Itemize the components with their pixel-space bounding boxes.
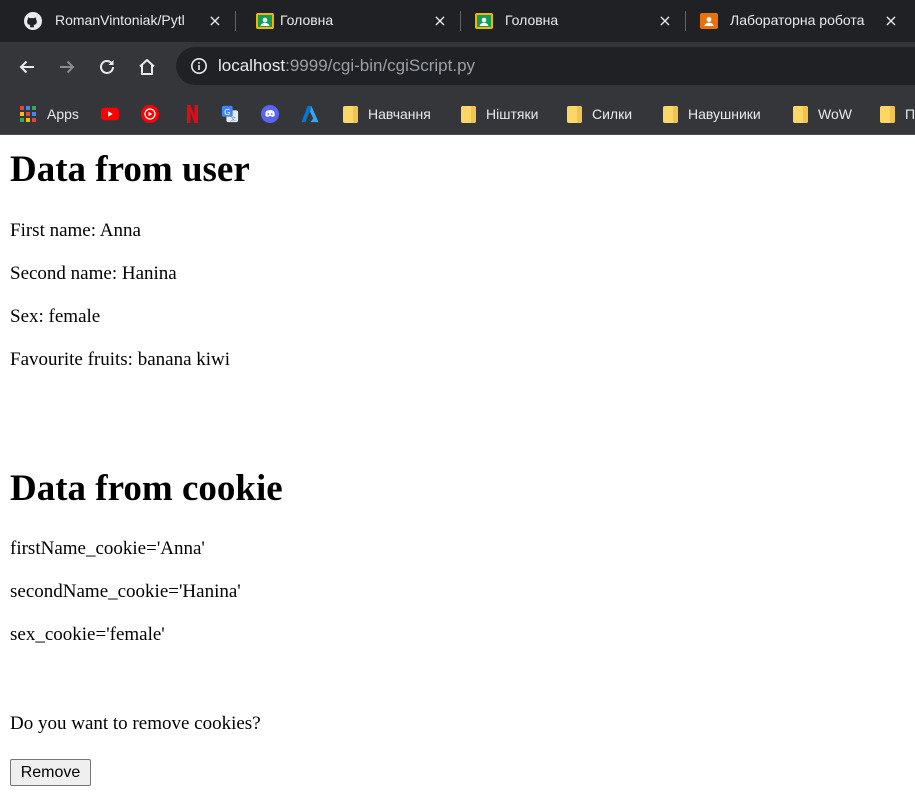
close-icon[interactable]: × [882, 12, 900, 30]
bookmark-folder-nishtiaky[interactable]: Ніштяки [461, 104, 538, 124]
apps-grid-icon [19, 105, 37, 123]
bookmark-folder-navushnyky[interactable]: Навушники [663, 104, 761, 124]
url-host: localhost [218, 56, 286, 75]
cookie-sex-text: sex_cookie='female' [10, 624, 165, 645]
bookmark-label: Навушники [688, 106, 761, 122]
google-classroom-orange-icon [700, 12, 718, 30]
netflix-icon [183, 105, 201, 123]
google-translate-icon: G文 [221, 105, 239, 123]
bookmark-discord[interactable] [261, 104, 279, 124]
reload-icon[interactable] [97, 57, 117, 77]
cookie-first-name-text: firstName_cookie='Anna' [10, 538, 205, 559]
bookmark-azure[interactable] [301, 104, 319, 124]
close-icon[interactable]: × [656, 12, 674, 30]
bookmark-folder-wow[interactable]: WoW [793, 104, 852, 124]
close-icon[interactable]: × [206, 12, 224, 30]
browser-toolbar: localhost:9999/cgi-bin/cgiScript.py [0, 42, 915, 92]
second-name-text: Second name: Hanina [10, 263, 177, 284]
bookmark-apps[interactable]: Apps [19, 104, 79, 124]
favourite-fruits-text: Favourite fruits: banana kiwi [10, 349, 231, 370]
bookmark-google-translate[interactable]: G文 [221, 104, 239, 124]
home-icon[interactable] [137, 57, 157, 77]
bookmark-youtube-music[interactable] [141, 104, 159, 124]
cookie-second-name-text: secondName_cookie='Hanina' [10, 581, 241, 602]
bookmark-folder-navchannia[interactable]: Навчання [343, 104, 431, 124]
google-classroom-icon [256, 12, 274, 30]
bookmark-label: Apps [47, 106, 79, 122]
svg-text:G: G [224, 107, 230, 117]
back-arrow-icon[interactable] [17, 57, 37, 77]
forward-arrow-icon[interactable] [57, 57, 77, 77]
url-path: :9999/cgi-bin/cgiScript.py [285, 56, 476, 75]
page-content: Data from user First name: Anna Second n… [0, 136, 915, 800]
bookmark-folder-sylky[interactable]: Силки [567, 104, 632, 124]
folder-icon [880, 105, 895, 123]
remove-cookies-button[interactable]: Remove [10, 759, 91, 786]
bookmarks-bar: Apps G文 Навчання Ніштяки Силки Навушники… [0, 92, 915, 135]
bookmark-folder-p[interactable]: П [880, 104, 915, 124]
bookmark-netflix[interactable] [183, 104, 201, 124]
youtube-music-icon [141, 105, 159, 123]
folder-icon [461, 105, 476, 123]
google-classroom-icon [475, 12, 493, 30]
info-icon[interactable] [190, 57, 208, 75]
bookmark-youtube[interactable] [101, 104, 119, 124]
svg-text:文: 文 [230, 114, 236, 122]
tab-holovna-2[interactable]: Головна × [458, 0, 686, 42]
bookmark-label: Ніштяки [486, 106, 539, 122]
tab-title: Головна [280, 12, 334, 28]
cookie-data-heading: Data from cookie [10, 468, 283, 509]
first-name-text: First name: Anna [10, 220, 141, 241]
tab-title: RomanVintoniak/Pytl [55, 12, 185, 28]
bookmark-label: WoW [818, 106, 852, 122]
folder-icon [567, 105, 582, 123]
tab-holovna-1[interactable]: Головна × [232, 0, 460, 42]
discord-icon [261, 105, 279, 123]
address-bar[interactable]: localhost:9999/cgi-bin/cgiScript.py [176, 47, 915, 85]
youtube-icon [101, 105, 119, 123]
tab-github[interactable]: RomanVintoniak/Pytl × [0, 0, 232, 42]
remove-cookies-question: Do you want to remove cookies? [10, 713, 261, 734]
tab-strip: RomanVintoniak/Pytl × Головна × Головна … [0, 0, 915, 42]
tab-laboratorna[interactable]: Лабораторна робота × [684, 0, 915, 42]
close-icon[interactable]: × [431, 12, 449, 30]
azure-icon [301, 105, 319, 123]
folder-icon [793, 105, 808, 123]
github-icon [24, 12, 42, 30]
bookmark-label: Навчання [368, 106, 431, 122]
folder-icon [663, 105, 678, 123]
bookmark-label: П [904, 106, 915, 122]
tab-title: Головна [505, 12, 559, 28]
folder-icon [343, 105, 358, 123]
bookmark-label: Силки [592, 106, 633, 122]
tab-title: Лабораторна робота [730, 12, 865, 28]
url-text: localhost:9999/cgi-bin/cgiScript.py [218, 56, 475, 76]
sex-text: Sex: female [10, 306, 101, 327]
user-data-heading: Data from user [10, 149, 250, 190]
